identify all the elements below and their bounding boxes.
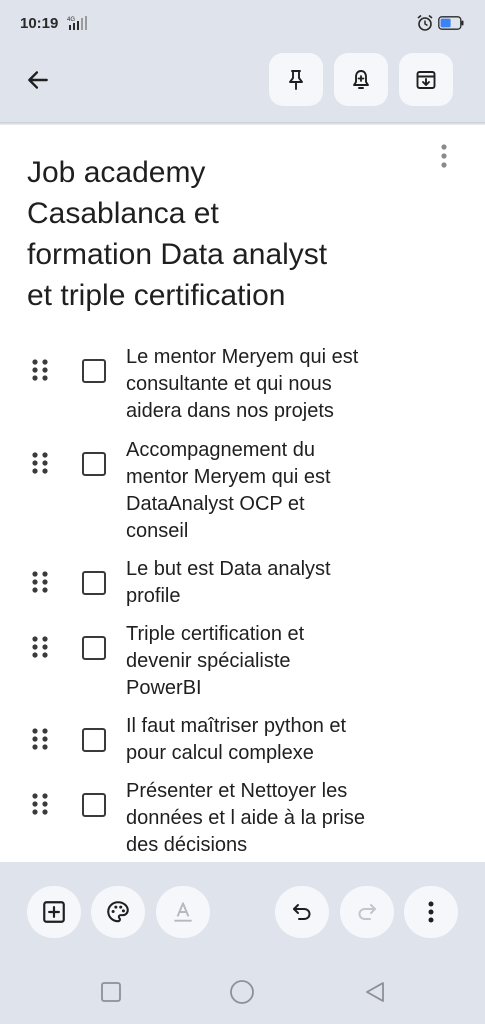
arrow-back-icon bbox=[28, 71, 48, 89]
drag-handle-icon[interactable] bbox=[31, 358, 49, 382]
item-text[interactable]: Triple certification et devenir spéciali… bbox=[126, 621, 426, 702]
reminder-bell-icon bbox=[353, 69, 369, 89]
drag-handle-icon[interactable] bbox=[31, 727, 49, 751]
back-button[interactable] bbox=[18, 60, 58, 100]
item-checkbox[interactable] bbox=[82, 571, 106, 595]
archive-button[interactable] bbox=[399, 53, 453, 106]
drag-handle-icon[interactable] bbox=[31, 635, 49, 659]
note-title[interactable]: Job academy Casablanca et formation Data… bbox=[27, 152, 427, 316]
undo-button[interactable] bbox=[275, 886, 329, 938]
signal-icon: 4G bbox=[67, 16, 87, 30]
drag-handle-icon[interactable] bbox=[31, 570, 49, 594]
add-button[interactable] bbox=[27, 886, 81, 938]
network-label: 4G bbox=[67, 17, 75, 23]
item-text[interactable]: Le mentor Meryem qui est consultante et … bbox=[126, 344, 426, 425]
undo-icon bbox=[293, 904, 311, 920]
toolbar-divider bbox=[0, 122, 485, 125]
system-navigation-bar bbox=[0, 960, 485, 1024]
text-format-button[interactable] bbox=[156, 886, 210, 938]
redo-icon bbox=[358, 904, 376, 920]
recents-button[interactable] bbox=[97, 978, 125, 1006]
item-text[interactable]: Le but est Data analyst profile bbox=[126, 556, 426, 610]
redo-button[interactable] bbox=[340, 886, 394, 938]
item-text[interactable]: Présenter et Nettoyer les données et l a… bbox=[126, 778, 426, 859]
add-box-icon bbox=[43, 901, 65, 923]
square-icon bbox=[101, 982, 121, 1002]
pin-button[interactable] bbox=[269, 53, 323, 106]
background-options-button[interactable] bbox=[91, 886, 145, 938]
item-checkbox[interactable] bbox=[82, 452, 106, 476]
drag-handle-icon[interactable] bbox=[31, 451, 49, 475]
item-checkbox[interactable] bbox=[82, 636, 106, 660]
status-time: 10:19 bbox=[20, 15, 59, 32]
more-options-button[interactable] bbox=[404, 886, 458, 938]
battery-icon bbox=[438, 16, 464, 30]
text-format-icon bbox=[174, 902, 192, 922]
note-toolbar bbox=[0, 48, 485, 122]
status-bar: 10:19 4G bbox=[0, 0, 485, 48]
item-checkbox[interactable] bbox=[82, 793, 106, 817]
triangle-back-icon bbox=[366, 982, 384, 1002]
item-checkbox[interactable] bbox=[82, 728, 106, 752]
reminder-button[interactable] bbox=[334, 53, 388, 106]
drag-handle-icon[interactable] bbox=[31, 792, 49, 816]
item-text[interactable]: Accompagnement du mentor Meryem qui est … bbox=[126, 437, 426, 545]
pin-icon bbox=[289, 69, 303, 90]
circle-icon bbox=[230, 980, 254, 1004]
archive-icon bbox=[416, 70, 436, 89]
palette-icon bbox=[107, 901, 129, 923]
home-button[interactable] bbox=[228, 978, 256, 1006]
item-text[interactable]: Il faut maîtriser python et pour calcul … bbox=[126, 713, 426, 767]
more-vert-icon bbox=[441, 144, 447, 168]
system-back-button[interactable] bbox=[361, 978, 389, 1006]
alarm-icon bbox=[417, 14, 433, 31]
editor-toolbar bbox=[0, 862, 485, 960]
more-vert-icon bbox=[428, 901, 434, 923]
note-menu-button[interactable] bbox=[432, 142, 456, 170]
item-checkbox[interactable] bbox=[82, 359, 106, 383]
